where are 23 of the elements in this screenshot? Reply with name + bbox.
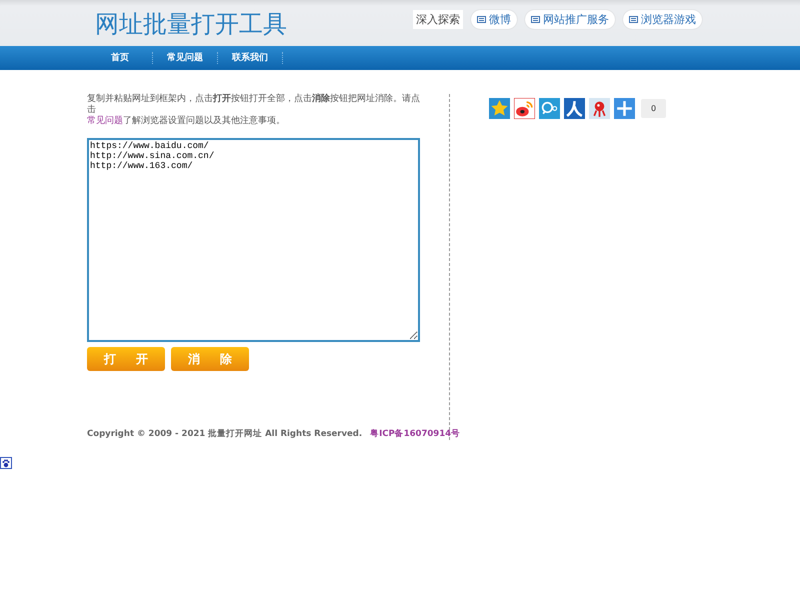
squid-icon[interactable]	[589, 98, 610, 118]
header-link[interactable]: 浏览器游戏	[623, 10, 702, 28]
share-count: 0	[641, 98, 666, 118]
paw-icon[interactable]	[0, 457, 12, 469]
mail-icon	[477, 16, 486, 22]
instructions-text: 复制并粘贴网址到框架内，点击打开按钮打开全部，点击消除按钮把网址消除。请点击 常见问题了解浏览器设置问题以及其他注意事项。	[87, 94, 421, 127]
nav-link[interactable]: 首页	[88, 52, 153, 64]
faq-link[interactable]: 常见问题	[87, 116, 123, 126]
star-icon[interactable]	[489, 98, 510, 118]
nav-link[interactable]: 联系我们	[218, 52, 283, 64]
header-link[interactable]: 深入探索	[413, 10, 463, 28]
site-title: 网址批量打开工具	[95, 9, 287, 40]
weibo-icon[interactable]	[514, 98, 535, 118]
mail-icon	[531, 16, 540, 22]
person-icon[interactable]	[564, 98, 585, 118]
header-link[interactable]: 网站推广服务	[525, 10, 615, 28]
nav-link[interactable]: 常见问题	[153, 52, 218, 64]
icp-link[interactable]: 粤ICP备16070914号	[370, 428, 460, 440]
copyright-text: Copyright © 2009 - 2021 批量打开网址 All Rights Reserved.	[87, 428, 362, 440]
mail-icon	[629, 16, 638, 22]
header-link[interactable]: 微博	[471, 10, 517, 28]
plus-icon[interactable]	[614, 98, 635, 118]
url-input[interactable]: https://www.baidu.com/ http://www.sina.com.cn/ http://www.163.com/	[87, 138, 420, 342]
